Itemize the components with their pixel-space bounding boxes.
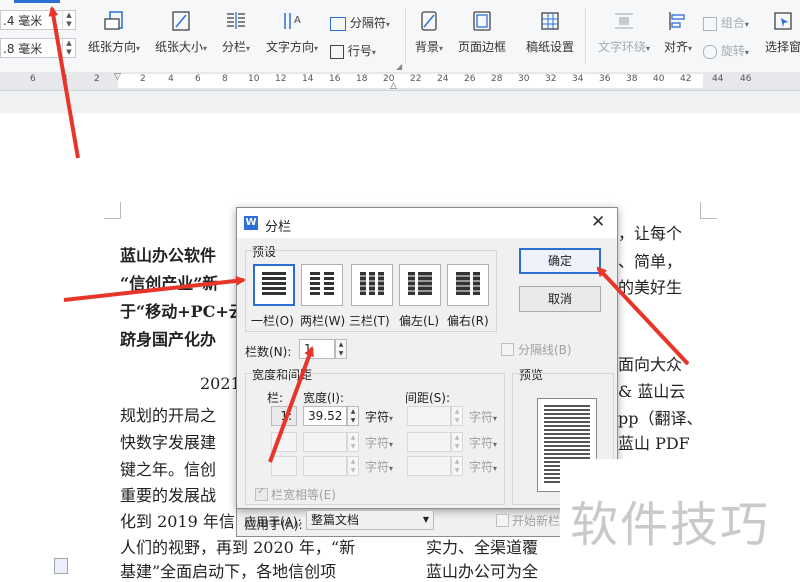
arrow-to-ok-button [596,266,690,366]
arrow-to-page-layout [48,6,80,159]
annotation-arrows [48,6,690,463]
arrow-to-one-column [63,275,246,302]
arrow-to-column-count [268,346,314,463]
